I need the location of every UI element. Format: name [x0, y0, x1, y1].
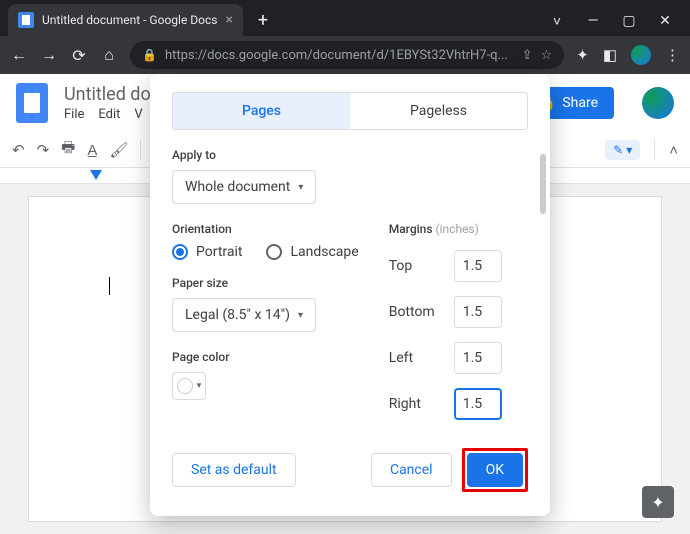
margin-left-input[interactable] [454, 342, 502, 374]
docs-logo-icon[interactable] [16, 83, 48, 123]
cancel-button[interactable]: Cancel [371, 453, 452, 487]
maximize-icon[interactable]: ▢ [622, 13, 636, 30]
margin-left-label: Left [389, 350, 444, 366]
spellcheck-icon[interactable]: A̲ [87, 141, 97, 159]
close-tab-icon[interactable]: × [225, 12, 232, 28]
text-cursor [109, 277, 110, 295]
explore-button[interactable]: ✦ [642, 486, 674, 518]
paint-format-icon[interactable]: 🖌 [109, 141, 128, 159]
docs-favicon [18, 12, 34, 28]
radio-dot-icon [266, 244, 282, 260]
tab-title: Untitled document - Google Docs [42, 13, 217, 27]
account-avatar[interactable] [642, 87, 674, 119]
color-circle-icon [177, 378, 193, 394]
minimize-icon[interactable]: — [586, 13, 600, 30]
radio-landscape-label: Landscape [290, 244, 358, 260]
tab-pages[interactable]: Pages [173, 93, 350, 129]
page-color-dropdown[interactable] [172, 372, 206, 400]
page-setup-dialog: Pages Pageless Apply to Whole document O… [150, 74, 550, 516]
new-tab-button[interactable]: + [249, 6, 277, 34]
dialog-scrollbar[interactable] [540, 154, 546, 214]
tab-pageless[interactable]: Pageless [350, 93, 527, 129]
panel-icon[interactable]: ◧ [603, 46, 617, 64]
reload-icon[interactable]: ⟳ [70, 46, 88, 65]
browser-address-bar: ← → ⟳ ⌂ 🔒 https://docs.google.com/docume… [0, 36, 690, 74]
menu-view[interactable]: V [134, 107, 142, 122]
margins-label: Margins (inches) [389, 222, 528, 236]
page-color-label: Page color [172, 350, 359, 364]
url-text: https://docs.google.com/document/d/1EBYS… [165, 48, 514, 63]
profile-avatar-icon[interactable] [631, 45, 651, 65]
browser-tab[interactable]: Untitled document - Google Docs × [8, 4, 243, 36]
back-icon[interactable]: ← [10, 45, 28, 65]
extensions-icon[interactable]: ✦ [576, 46, 589, 64]
apply-to-label: Apply to [172, 148, 528, 162]
set-as-default-button[interactable]: Set as default [172, 453, 296, 487]
editing-mode-button[interactable]: ✎ ▾ [605, 140, 640, 160]
margin-bottom-input[interactable] [454, 296, 502, 328]
docs-app: Untitled document File Edit V 🔒 Share ↶ … [0, 74, 690, 534]
margin-right-input[interactable] [454, 388, 502, 420]
apply-to-value: Whole document [185, 179, 290, 195]
orientation-label: Orientation [172, 222, 359, 236]
star-icon[interactable]: ☆ [541, 48, 553, 63]
toolbar-separator [140, 140, 141, 160]
share-url-icon[interactable]: ⇪ [522, 48, 533, 63]
paper-size-dropdown[interactable]: Legal (8.5" x 14") [172, 298, 316, 332]
margin-right-label: Right [389, 396, 444, 412]
ok-highlight: OK [462, 448, 528, 492]
radio-landscape[interactable]: Landscape [266, 244, 358, 260]
margin-bottom-label: Bottom [389, 304, 444, 320]
kebab-menu-icon[interactable]: ⋮ [665, 46, 680, 64]
ok-button[interactable]: OK [467, 453, 523, 487]
forward-icon[interactable]: → [40, 45, 58, 65]
url-box[interactable]: 🔒 https://docs.google.com/document/d/1EB… [130, 41, 564, 69]
dialog-actions: Set as default Cancel OK [172, 448, 528, 492]
apply-to-dropdown[interactable]: Whole document [172, 170, 316, 204]
radio-portrait-label: Portrait [196, 244, 242, 260]
home-icon[interactable]: ⌂ [100, 45, 118, 65]
margin-top-input[interactable] [454, 250, 502, 282]
print-icon[interactable]: 🖶 [61, 137, 75, 162]
share-label: Share [562, 95, 598, 111]
radio-dot-icon [172, 244, 188, 260]
collapse-icon[interactable]: ˄ [669, 141, 678, 159]
redo-icon[interactable]: ↷ [37, 141, 50, 159]
paper-size-value: Legal (8.5" x 14") [185, 307, 290, 323]
close-window-icon[interactable]: ✕ [658, 13, 672, 30]
menu-edit[interactable]: Edit [98, 107, 120, 122]
toolbar-separator [654, 140, 655, 160]
paper-size-label: Paper size [172, 276, 359, 290]
dialog-tabs: Pages Pageless [172, 92, 528, 130]
indent-marker-icon[interactable] [90, 170, 102, 180]
menu-file[interactable]: File [64, 107, 84, 122]
window-controls: ˅ — ▢ ✕ [550, 13, 690, 36]
browser-titlebar: Untitled document - Google Docs × + ˅ — … [0, 0, 690, 36]
undo-icon[interactable]: ↶ [12, 141, 25, 159]
lock-icon: 🔒 [142, 48, 157, 62]
chevron-down-icon[interactable]: ˅ [550, 13, 564, 30]
radio-portrait[interactable]: Portrait [172, 244, 242, 260]
margin-top-label: Top [389, 258, 444, 274]
